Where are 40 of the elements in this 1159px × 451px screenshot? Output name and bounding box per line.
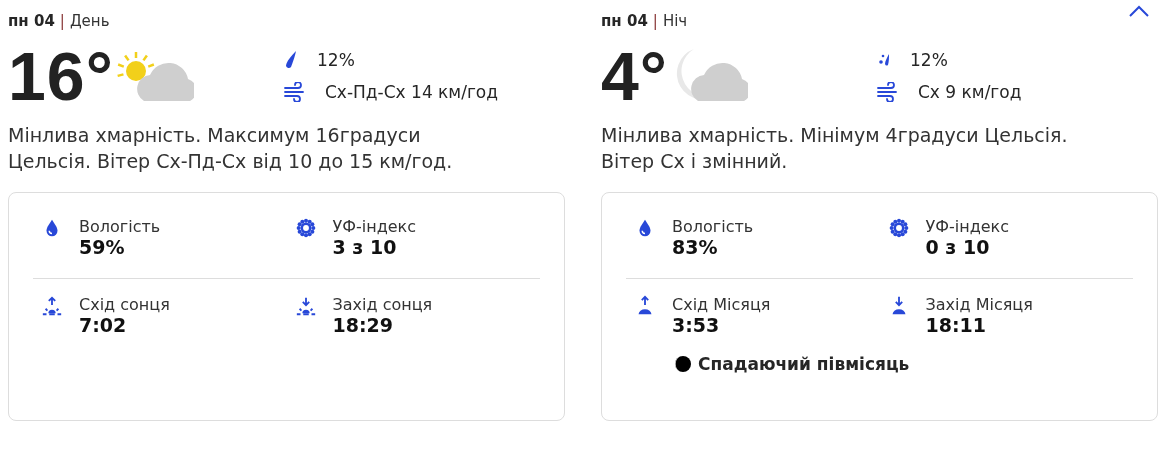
- chevron-up-icon: [1128, 4, 1150, 18]
- precipitation-text: 12%: [317, 50, 355, 70]
- separator: |: [652, 12, 658, 30]
- separator: |: [59, 12, 65, 30]
- detail-label: Захід Місяця: [925, 295, 1033, 314]
- detail-value: 7:02: [79, 314, 128, 336]
- detail-value: 18:29: [332, 314, 394, 336]
- sun-icon: [887, 217, 910, 239]
- detail-value: 0 з 10: [925, 236, 991, 258]
- day-label: пн 04: [601, 12, 648, 30]
- detail-label: Вологість: [672, 217, 754, 236]
- detail-value: 3:53: [672, 314, 721, 336]
- detail-label: Схід сонця: [79, 295, 170, 314]
- detail-value: 83%: [672, 236, 719, 258]
- detail-label: УФ-індекс: [925, 217, 1010, 236]
- detail-label: УФ-індекс: [332, 217, 417, 236]
- wind-icon: [876, 82, 900, 102]
- detail-value: 3 з 10: [332, 236, 398, 258]
- forecast-description: Мінлива хмарність. Мінімум 4градуси Цельсія. Вітер Сх і змінний.: [601, 123, 1069, 174]
- wind-text: Сх 9 км/год: [918, 82, 1022, 102]
- detail-value: 59%: [79, 236, 126, 258]
- period-label: День: [69, 12, 110, 30]
- detail-label: Вологість: [79, 217, 161, 236]
- temperature: 16°: [8, 37, 114, 115]
- moon-phase-text: Спадаючий півмісяць: [698, 354, 910, 374]
- detail-value: 18:11: [925, 314, 987, 336]
- moon-phase-icon: [674, 354, 692, 374]
- wind-text: Сх-Пд-Сх 14 км/год: [325, 82, 498, 102]
- period-label: Ніч: [662, 12, 688, 30]
- day-label: пн 04: [8, 12, 55, 30]
- wind-icon: [283, 82, 307, 102]
- sun-icon: [294, 217, 317, 239]
- temperature: 4°: [601, 37, 668, 115]
- forecast-description: Мінлива хмарність. Максимум 16градуси Цельсія. Вітер Сх-Пд-Сх від 10 до 15 км/год.: [8, 123, 454, 174]
- detail-label: Захід сонця: [332, 295, 433, 314]
- sunrise-icon: [41, 295, 63, 317]
- sunset-icon: [294, 295, 317, 317]
- raindrop-icon: [283, 50, 299, 70]
- detail-label: Схід Місяця: [672, 295, 771, 314]
- precipitation-text: 12%: [910, 50, 948, 70]
